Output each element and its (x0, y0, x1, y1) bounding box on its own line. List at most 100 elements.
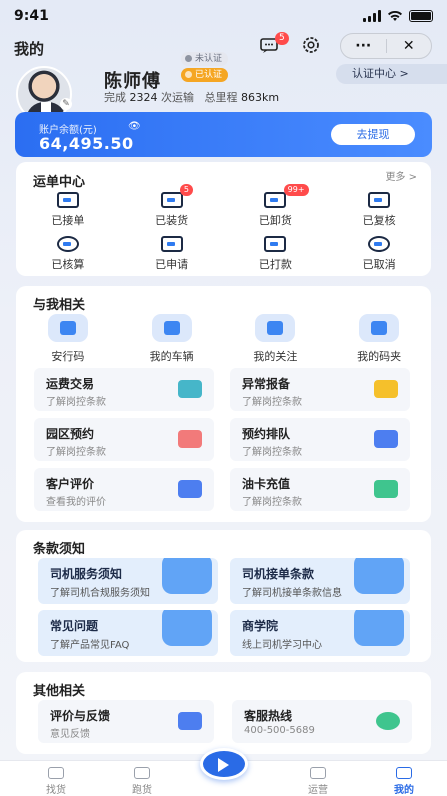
order-status-accepted[interactable]: 已接单 (16, 192, 120, 228)
tab-label: 跑货 (132, 785, 152, 796)
order-badge: 5 (179, 184, 194, 196)
edit-avatar-icon[interactable]: ✎ (60, 98, 72, 110)
more-menu-button[interactable]: ··· (341, 38, 386, 54)
order-settled-icon (56, 236, 79, 252)
tab-label: 我的 (394, 785, 414, 796)
wallet-icon (178, 380, 202, 398)
tile-subtitle: 线上司机学习中心 (242, 640, 322, 651)
order-status-reviewed[interactable]: 已复核 (327, 192, 431, 228)
tile-subtitle: 了解岗控条款 (46, 397, 106, 408)
tab-find-cargo[interactable]: 找货 (26, 767, 86, 796)
tile-service-hotline[interactable]: 客服热线 400-500-5689 (232, 700, 412, 743)
status-bar: 9:41 (0, 0, 447, 34)
card-wallet-icon (359, 314, 400, 342)
order-status-label: 已复核 (362, 214, 396, 227)
settings-icon[interactable] (300, 34, 322, 56)
tile-park-booking[interactable]: 园区预约 了解岗控条款 (34, 418, 214, 461)
shortcut-my-follows[interactable]: 我的关注 (224, 314, 328, 364)
wifi-icon (388, 10, 402, 21)
order-center-card: 运单中心 更多 > 已接单 5 已装货 99+ 已卸货 已复核 已核算 已申请 已打… (16, 162, 431, 276)
tile-freight-trade[interactable]: 运费交易 了解岗控条款 (34, 368, 214, 411)
tile-customer-review[interactable]: 客户评价 查看我的评价 (34, 468, 214, 511)
tile-fuel-card-topup[interactable]: 油卡充值 了解岗控条款 (230, 468, 410, 511)
close-button[interactable]: ✕ (387, 38, 432, 54)
tile-subtitle: 了解岗控条款 (242, 397, 302, 408)
tab-run-cargo[interactable]: 跑货 (112, 767, 172, 796)
tile-exception-report[interactable]: 异常报备了解岗控条款 (230, 368, 410, 411)
tile-title: 商学院 (242, 619, 279, 633)
tile-title: 常见问题 (50, 619, 99, 633)
terms-title: 条款须知 (33, 542, 86, 557)
order-status-paid[interactable]: 已打款 (224, 236, 328, 272)
order-paid-icon (264, 236, 287, 252)
unverified-tag: 未认证 (181, 52, 229, 66)
graduation-cap-icon (354, 610, 404, 646)
battery-icon (409, 10, 433, 22)
balance-amount: 64,495.50 (39, 134, 134, 153)
order-applied-icon (160, 236, 183, 252)
eye-icon[interactable]: 👁 (128, 121, 141, 132)
order-status-loaded[interactable]: 5 已装货 (120, 184, 224, 228)
order-status-label: 已取消 (362, 258, 396, 271)
verify-center-button[interactable]: 认证中心 > (336, 64, 447, 84)
chat-bubble-icon (354, 558, 404, 594)
status-time: 9:41 (14, 8, 49, 24)
tile-driver-order-terms[interactable]: 司机接单条款 了解司机接单条款信息 (230, 558, 410, 604)
warning-icon (374, 380, 398, 398)
withdraw-button[interactable]: 去提现 (331, 124, 415, 145)
tile-title: 评价与反馈 (50, 709, 111, 723)
order-cancelled-icon (368, 236, 391, 252)
tile-title: 异常报备 (242, 377, 291, 391)
shortcut-label: 我的码夹 (357, 350, 402, 363)
tile-business-school[interactable]: 商学院线上司机学习中心 (230, 610, 410, 656)
trip-suffix: 次运输 (161, 91, 194, 104)
verified-tag: 已认证 (181, 68, 229, 82)
order-status-unloaded[interactable]: 99+ 已卸货 (224, 184, 328, 228)
tile-subtitle: 了解岗控条款 (46, 447, 106, 458)
shortcut-label: 我的关注 (253, 350, 298, 363)
cargo-icon (48, 767, 64, 779)
order-status-label: 已申请 (155, 258, 189, 271)
signal-icon (363, 10, 381, 22)
order-status-cancelled[interactable]: 已取消 (327, 236, 431, 272)
related-title: 与我相关 (33, 298, 86, 313)
fuel-card-icon (374, 480, 398, 498)
question-icon (162, 610, 212, 646)
shortcut-my-code-wallet[interactable]: 我的码夹 (327, 314, 431, 364)
shortcut-safe-code[interactable]: 安行码 (16, 314, 120, 364)
feedback-icon (178, 712, 202, 730)
mini-program-capsule: ··· ✕ (340, 33, 432, 59)
page-title: 我的 (14, 40, 45, 58)
tile-subtitle: 了解司机接单条款信息 (242, 588, 342, 599)
other-card: 其他相关 评价与反馈 意见反馈 客服热线 400-500-5689 (16, 672, 431, 754)
truck-tab-icon (134, 767, 150, 779)
tile-subtitle: 400-500-5689 (244, 725, 315, 736)
tile-subtitle: 查看我的评价 (46, 497, 106, 508)
safe-code-icon (47, 314, 88, 342)
tile-booking-queue[interactable]: 预约排队 了解岗控条款 (230, 418, 410, 461)
person-icon (162, 558, 212, 594)
trip-count: 2324 (129, 91, 158, 104)
heart-icon (255, 314, 296, 342)
tab-mine[interactable]: 我的 (374, 767, 434, 796)
order-status-grid: 已接单 5 已装货 99+ 已卸货 已复核 已核算 已申请 已打款 已取消 (16, 184, 431, 272)
order-more-link[interactable]: 更多 > (385, 168, 417, 183)
headset-icon (376, 712, 400, 730)
order-status-settled[interactable]: 已核算 (16, 236, 120, 272)
terms-card: 条款须知 司机服务须知 了解司机合规服务须知 司机接单条款 了解司机接单条款信息 常… (16, 530, 431, 662)
order-status-applied[interactable]: 已申请 (120, 236, 224, 272)
tile-faq[interactable]: 常见问题 了解产品常见FAQ (38, 610, 218, 656)
order-status-label: 已接单 (51, 214, 85, 227)
tile-feedback[interactable]: 评价与反馈 意见反馈 (38, 700, 214, 743)
order-status-label: 已核算 (51, 258, 85, 271)
shortcut-label: 安行码 (51, 350, 85, 363)
tile-driver-service-notice[interactable]: 司机服务须知 了解司机合规服务须知 (38, 558, 218, 604)
shortcut-my-vehicles[interactable]: 我的车辆 (120, 314, 224, 364)
operations-icon (310, 767, 326, 779)
balance-card: 账户余额(元) 👁 64,495.50 去提现 (15, 112, 432, 157)
order-status-label: 已打款 (258, 258, 292, 271)
order-reviewed-icon (368, 192, 391, 208)
tab-operations[interactable]: 运营 (288, 767, 348, 796)
tab-label: 找货 (46, 785, 66, 796)
center-action-button[interactable] (200, 748, 248, 780)
